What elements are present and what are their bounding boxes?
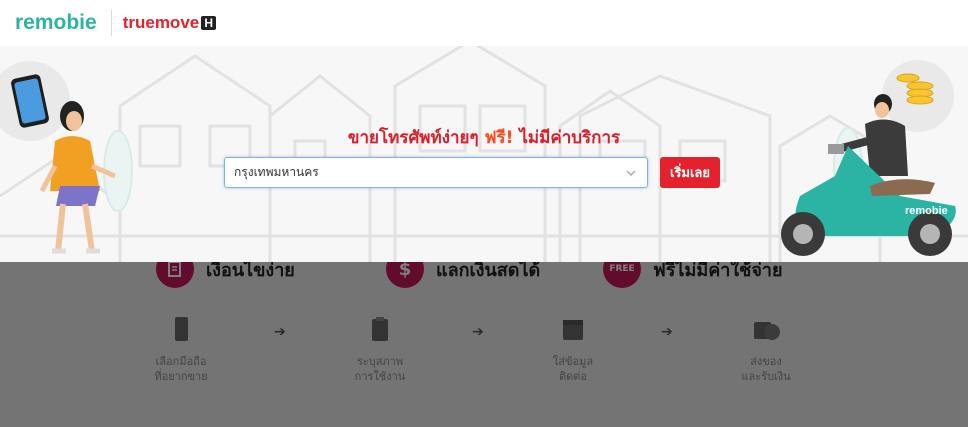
hero-title: ขายโทรศัพท์ง่ายๆ ฟรี! ไม่มีค่าบริการ [0, 124, 968, 151]
hero-title-part1: ขายโทรศัพท์ง่ายๆ [347, 128, 485, 148]
logo-divider [110, 10, 112, 36]
truemove-logo[interactable]: truemove H [123, 13, 217, 33]
houses-background-illustration: remobie [0, 46, 968, 262]
dim-overlay [0, 262, 968, 427]
site-header: remobie truemove H [0, 0, 968, 46]
truemove-h-badge: H [201, 16, 217, 30]
hero-title-part2: ไม่มีค่าบริการ [513, 128, 621, 148]
chevron-down-icon [626, 169, 636, 176]
hero-banner: remobie ขายโทรศัพท์ง่ายๆ ฟรี! ไม่มีค่าบร… [0, 46, 968, 262]
truemove-logo-text: truemove [122, 13, 200, 32]
remobie-logo[interactable]: remobie [15, 11, 97, 35]
scooter-brand-text: remobie [905, 205, 948, 217]
start-button[interactable]: เริ่มเลย [660, 157, 720, 188]
province-select-value: กรุงเทพมหานคร [234, 165, 319, 179]
hero-title-free: ฟรี! [484, 128, 514, 148]
province-select[interactable]: กรุงเทพมหานคร [224, 157, 648, 188]
